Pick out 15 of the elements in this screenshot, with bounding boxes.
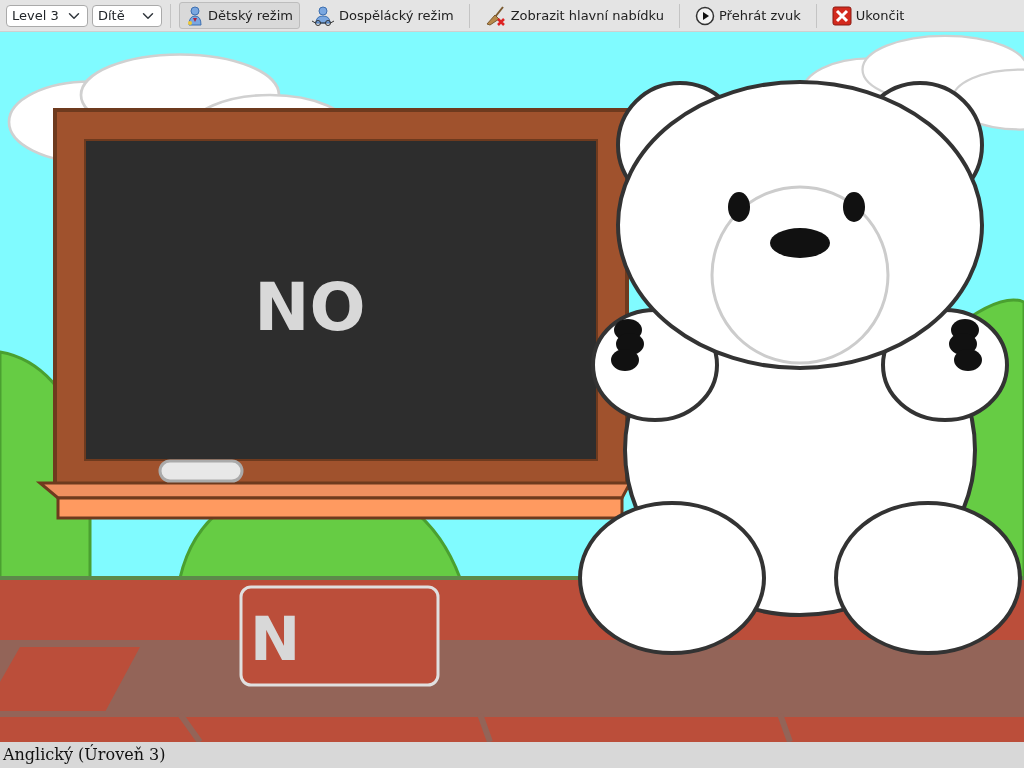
person-icon <box>186 5 204 26</box>
status-bar: Anglický (Úroveň 3) <box>0 742 1024 768</box>
adult-button[interactable]: Dospělácký režim <box>303 2 461 29</box>
answer-tile: N <box>239 585 440 687</box>
menu-button[interactable]: Zobrazit hlavní nabídku <box>477 2 671 29</box>
play-button[interactable]: Přehrát zvuk <box>688 2 808 29</box>
broom-icon <box>484 5 507 26</box>
person-icon <box>310 5 335 26</box>
play-icon <box>695 5 715 26</box>
quit-button[interactable]: Ukončit <box>824 2 912 29</box>
board-word: NO <box>254 269 366 346</box>
close-icon <box>831 5 852 26</box>
level-select[interactable]: Level 3 <box>6 4 88 27</box>
mode-select[interactable]: Dítě <box>92 4 162 27</box>
child-button[interactable]: Dětský režim <box>179 2 300 29</box>
